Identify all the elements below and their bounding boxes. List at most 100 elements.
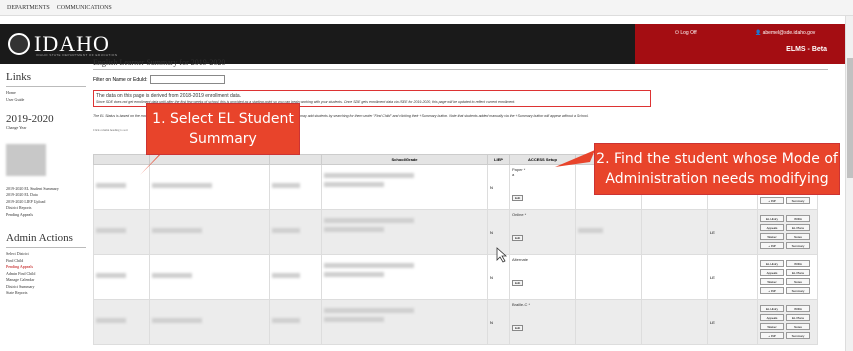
summary-button[interactable]: Summary bbox=[786, 287, 810, 294]
blurred-value bbox=[96, 318, 126, 323]
nav-departments[interactable]: DEPARTMENTS bbox=[7, 5, 50, 11]
cell-blurred bbox=[149, 209, 270, 255]
mode-of-administration: Alternate bbox=[512, 257, 529, 262]
notes-button[interactable]: Notes bbox=[786, 323, 810, 330]
callout-step-1: 1. Select EL Student Summary bbox=[146, 103, 300, 155]
change-year-link[interactable]: Change Year bbox=[6, 125, 86, 132]
col-header-liep[interactable]: LIEP bbox=[487, 154, 510, 165]
notice-line-1: The data on this page is derived from 20… bbox=[96, 93, 242, 99]
edit-button[interactable]: Edit bbox=[512, 235, 524, 241]
col-header-school-grade[interactable]: School/Grade bbox=[321, 154, 488, 165]
col-header[interactable] bbox=[269, 154, 322, 165]
cell-blurred bbox=[269, 299, 322, 345]
inp-button[interactable]: + INP bbox=[760, 287, 784, 294]
liep-value: N bbox=[490, 230, 493, 235]
filter-label: Filter on Name or EduId: bbox=[93, 76, 148, 83]
summary-button[interactable]: Summary bbox=[786, 242, 810, 249]
cell-actions: EL Histry WIDA Appeals EL Plans Waiver N… bbox=[757, 209, 818, 255]
filter-input[interactable] bbox=[150, 75, 226, 84]
liep-value: N bbox=[490, 185, 493, 190]
year-heading: 2019-2020 bbox=[6, 113, 54, 125]
cell bbox=[641, 209, 708, 255]
appeals-button[interactable]: Appeals bbox=[760, 314, 784, 321]
admin-link-state-reports[interactable]: State Reports bbox=[6, 290, 86, 297]
cell bbox=[575, 299, 642, 345]
admin-actions-heading: Admin Actions bbox=[6, 232, 86, 248]
blurred-value bbox=[272, 228, 300, 233]
edit-button[interactable]: Edit bbox=[512, 280, 524, 286]
state-seal-icon bbox=[8, 33, 30, 55]
sidebar-item-pending-appeals[interactable]: Pending Appeals bbox=[6, 212, 86, 219]
cell-blurred bbox=[269, 164, 322, 210]
blurred-value bbox=[324, 218, 414, 223]
appeals-button[interactable]: Appeals bbox=[760, 224, 784, 231]
blurred-value bbox=[324, 308, 414, 313]
blurred-value bbox=[272, 273, 300, 278]
blurred-value bbox=[324, 317, 384, 322]
appeals-button[interactable]: Appeals bbox=[760, 269, 784, 276]
cell-blurred bbox=[269, 254, 322, 300]
action-buttons: EL Histry WIDA Appeals EL Plans Waiver N… bbox=[760, 215, 815, 249]
notes-button[interactable]: Notes bbox=[786, 278, 810, 285]
cell bbox=[575, 254, 642, 300]
cell-blurred bbox=[93, 299, 150, 345]
cell-blurred bbox=[149, 254, 270, 300]
waiver-button[interactable]: Waiver bbox=[760, 233, 784, 240]
el-flag: LE bbox=[710, 275, 715, 280]
liep-value: N bbox=[490, 275, 493, 280]
top-nav: DEPARTMENTS COMMUNICATIONS bbox=[0, 0, 853, 16]
cell-liep: N bbox=[487, 164, 510, 210]
cell-school bbox=[321, 209, 488, 255]
sidebar-link-user-guide[interactable]: User Guide bbox=[6, 97, 86, 104]
nav-communications[interactable]: COMMUNICATIONS bbox=[57, 5, 112, 11]
logo-subtext: IDAHO STATE DEPARTMENT OF EDUCATION bbox=[36, 53, 118, 57]
el-plans-button[interactable]: EL Plans bbox=[786, 269, 810, 276]
summary-button[interactable]: Summary bbox=[786, 332, 810, 339]
blurred-district-info bbox=[6, 143, 46, 176]
el-history-button[interactable]: EL Histry bbox=[760, 305, 784, 312]
el-history-button[interactable]: EL Histry bbox=[760, 260, 784, 267]
cell bbox=[641, 299, 708, 345]
inp-button[interactable]: + INP bbox=[760, 197, 784, 204]
cell-el-flag: LE bbox=[707, 299, 758, 345]
blurred-value bbox=[96, 273, 126, 278]
table-row: N Online * Edit LE EL Histry WIDA Appeals… bbox=[93, 209, 818, 255]
cell-liep: N bbox=[487, 299, 510, 345]
waiver-button[interactable]: Waiver bbox=[760, 323, 784, 330]
wida-button[interactable]: WIDA bbox=[786, 305, 810, 312]
el-plans-button[interactable]: EL Plans bbox=[786, 224, 810, 231]
summary-button[interactable]: Summary bbox=[786, 197, 810, 204]
cell-access-setup: Braille-C * Edit bbox=[509, 299, 576, 345]
el-flag: LE bbox=[710, 230, 715, 235]
edit-button[interactable]: Edit bbox=[512, 325, 524, 331]
mode-of-administration: Online * bbox=[512, 212, 527, 217]
edit-button[interactable]: Edit bbox=[512, 195, 524, 201]
sidebar: Links Home User Guide 2019-2020 Change Y… bbox=[6, 71, 86, 297]
page-title: English Learner Summary for 2019-2020 bbox=[93, 58, 828, 70]
wida-button[interactable]: WIDA bbox=[786, 260, 810, 267]
waiver-button[interactable]: Waiver bbox=[760, 278, 784, 285]
vertical-scrollbar[interactable] bbox=[845, 16, 853, 351]
log-off-link[interactable]: ⏻ Log Off bbox=[675, 30, 697, 36]
mode-of-administration: Braille-C * bbox=[512, 302, 531, 307]
scrollbar-thumb[interactable] bbox=[847, 58, 853, 178]
action-buttons: EL Histry WIDA Appeals EL Plans Waiver N… bbox=[760, 260, 815, 294]
notes-button[interactable]: Notes bbox=[786, 233, 810, 240]
blurred-value bbox=[272, 183, 300, 188]
el-history-button[interactable]: EL Histry bbox=[760, 215, 784, 222]
callout-2-pointer bbox=[555, 150, 595, 167]
user-email: 👤 abemel@sde.idaho.gov bbox=[755, 30, 816, 36]
inp-button[interactable]: + INP bbox=[760, 332, 784, 339]
el-plans-button[interactable]: EL Plans bbox=[786, 314, 810, 321]
cell-school bbox=[321, 299, 488, 345]
callout-step-2: 2. Find the student whose Mode of Admini… bbox=[594, 143, 840, 195]
table-row: N Alternate Edit LE EL Histry WIDA Appeal… bbox=[93, 254, 818, 300]
blurred-value bbox=[324, 227, 384, 232]
liep-value: N bbox=[490, 320, 493, 325]
blurred-value bbox=[324, 182, 384, 187]
inp-button[interactable]: + INP bbox=[760, 242, 784, 249]
cell-blurred bbox=[93, 254, 150, 300]
sidebar-menu: 2019-2020 EL Student Summary 2019-2020 E… bbox=[6, 186, 86, 219]
filter-row: Filter on Name or EduId: bbox=[93, 75, 845, 84]
wida-button[interactable]: WIDA bbox=[786, 215, 810, 222]
